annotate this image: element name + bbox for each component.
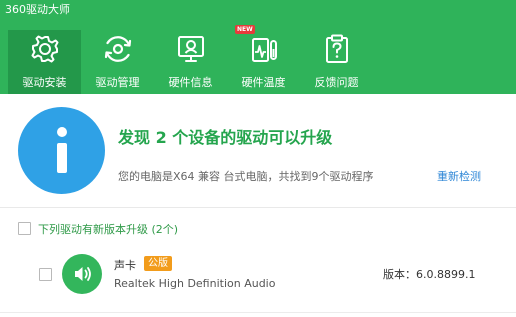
scan-summary-text: 您的电脑是X64 兼容 台式电脑，共找到9个驱动程序: [118, 170, 374, 183]
refresh-gear-icon: [104, 36, 131, 62]
nav-label-hardware-info: 硬件信息: [168, 76, 213, 89]
nav-hardware-temp[interactable]: NEW 硬件温度: [227, 25, 300, 94]
gear-icon: [31, 35, 58, 63]
nav-label-driver-manage: 驱动管理: [95, 76, 140, 89]
upgrade-section-label: 下列驱动有新版本升级 (2个): [38, 223, 179, 236]
new-badge: NEW: [235, 25, 255, 34]
row-divider: [0, 312, 516, 313]
driver-version: 版本：6.0.8899.1: [383, 268, 476, 281]
divider: [0, 207, 516, 208]
driver-badge: 公版: [144, 256, 172, 271]
nav-label-feedback: 反馈问题: [314, 76, 359, 89]
speaker-icon: [62, 254, 102, 294]
monitor-icon: [177, 36, 204, 62]
app-title: 360驱动大师: [5, 3, 70, 16]
nav-driver-manage[interactable]: 驱动管理: [81, 30, 154, 94]
nav-label-driver-install: 驱动安装: [22, 76, 67, 89]
rescan-link[interactable]: 重新检测: [437, 168, 481, 184]
scan-result-headline: 发现 2 个设备的驱动可以升级: [118, 128, 333, 147]
select-all-checkbox[interactable]: [18, 222, 31, 235]
driver-description: Realtek High Definition Audio: [114, 277, 276, 290]
main-nav: 驱动安装 驱动管理 硬件信息 NEW 硬件温度 反馈问题: [8, 25, 373, 94]
driver-checkbox[interactable]: [39, 268, 52, 281]
thermometer-icon: [251, 38, 277, 62]
nav-driver-install[interactable]: 驱动安装: [8, 30, 81, 94]
nav-feedback[interactable]: 反馈问题: [300, 30, 373, 94]
nav-label-hardware-temp: 硬件温度: [241, 76, 286, 89]
info-icon: [18, 107, 105, 194]
nav-hardware-info[interactable]: 硬件信息: [154, 30, 227, 94]
header-bar: 360驱动大师 驱动安装 驱动管理 硬件信息 NEW 硬件温度 反馈问题: [0, 0, 516, 94]
driver-name: 声卡: [114, 259, 136, 272]
clipboard-question-icon: [325, 34, 348, 63]
